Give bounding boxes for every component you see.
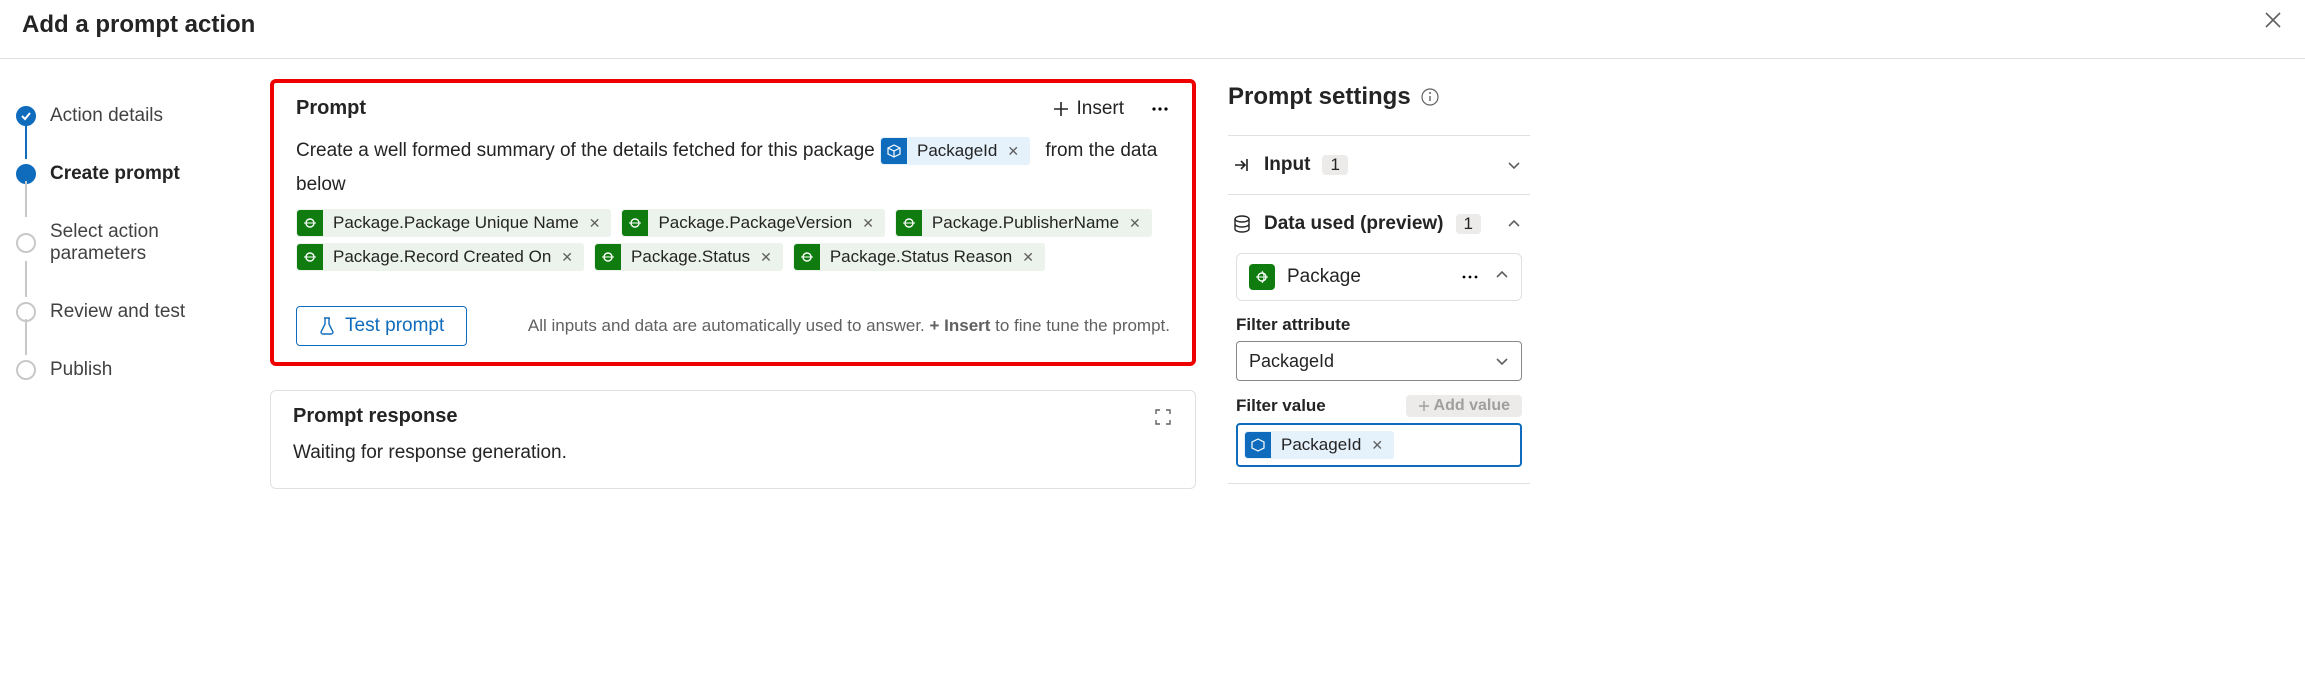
input-icon [1232,155,1252,175]
table-icon [297,210,323,236]
input-count-badge: 1 [1322,155,1347,175]
data-item-label: Package [1287,266,1361,288]
filter-attribute-label: Filter attribute [1236,315,1522,335]
data-token[interactable]: Package.Package Unique Name✕ [296,209,611,237]
step-pending-icon [16,360,36,380]
chevron-up-icon [1506,216,1522,232]
prompt-response-card: Prompt response Waiting for response gen… [270,390,1196,489]
step-pending-icon [16,233,36,253]
prompt-card: Prompt Insert Create a well formed summa… [270,79,1196,366]
token-label: PackageId [907,134,1007,168]
token-remove-icon[interactable]: ✕ [1022,249,1044,266]
input-label: Input [1264,154,1310,176]
plus-icon [1052,100,1070,118]
token-label: Package.Status [621,247,760,267]
token-label: Package.Status Reason [820,247,1022,267]
dialog-header: Add a prompt action [0,0,2305,50]
chevron-up-icon[interactable] [1495,268,1509,286]
step-label: Publish [50,359,112,381]
chevron-down-icon [1495,354,1509,368]
test-prompt-label: Test prompt [345,315,444,337]
table-icon [1249,264,1275,290]
response-card-title: Prompt response [293,405,457,428]
settings-title: Prompt settings [1228,83,1530,111]
data-token[interactable]: Package.PackageVersion✕ [621,209,884,237]
data-token[interactable]: Package.Status Reason✕ [793,243,1045,271]
beaker-icon [319,317,335,335]
token-label: PackageId [1271,435,1371,455]
data-used-body: Package Filter attribute PackageId Filte… [1228,253,1530,483]
step-label: Select action parameters [50,221,240,265]
dialog-title: Add a prompt action [22,11,255,39]
token-remove-icon[interactable]: ✕ [1007,134,1029,168]
token-remove-icon[interactable]: ✕ [1129,215,1151,232]
data-token[interactable]: Package.Record Created On✕ [296,243,584,271]
token-label: Package.Record Created On [323,247,561,267]
step-review-test[interactable]: Review and test [16,283,240,341]
expand-icon[interactable] [1153,407,1173,427]
table-icon [794,244,820,270]
token-label: Package.PublisherName [922,213,1129,233]
center-column: Prompt Insert Create a well formed summa… [260,59,1220,513]
table-icon [622,210,648,236]
prompt-tokens-row: Package.Package Unique Name✕Package.Pack… [296,206,1170,274]
filter-attribute-select[interactable]: PackageId [1236,341,1522,381]
step-create-prompt[interactable]: Create prompt [16,145,240,203]
more-icon[interactable] [1150,99,1170,119]
data-token[interactable]: Package.PublisherName✕ [895,209,1152,237]
data-used-accordion[interactable]: Data used (preview) 1 Package [1228,194,1530,484]
filter-value-input[interactable]: PackageId ✕ [1236,423,1522,467]
table-icon [896,210,922,236]
add-value-button[interactable]: Add value [1406,395,1522,417]
token-packageid[interactable]: PackageId ✕ [880,137,1030,165]
token-remove-icon[interactable]: ✕ [760,249,782,266]
input-accordion[interactable]: Input 1 [1228,135,1530,194]
step-publish[interactable]: Publish [16,341,240,399]
insert-label: Insert [1076,98,1124,120]
table-icon [297,244,323,270]
data-used-label: Data used (preview) [1264,213,1444,235]
plus-icon [1418,400,1430,412]
step-label: Review and test [50,301,185,323]
database-icon [1232,214,1252,234]
response-body: Waiting for response generation. [271,428,1195,488]
variable-icon [1245,432,1271,458]
variable-icon [881,138,907,164]
wizard-stepper: Action details Create prompt Select acti… [0,59,260,513]
chevron-down-icon [1506,157,1522,173]
data-used-count-badge: 1 [1456,214,1481,234]
close-icon[interactable] [2263,10,2283,30]
token-remove-icon[interactable]: ✕ [589,215,611,232]
prompt-card-title: Prompt [296,97,366,120]
filter-attribute-value: PackageId [1249,351,1334,372]
token-remove-icon[interactable]: ✕ [561,249,583,266]
filter-value-label: Filter value [1236,396,1326,416]
step-action-details[interactable]: Action details [16,87,240,145]
step-label: Create prompt [50,163,180,185]
prompt-hint: All inputs and data are automatically us… [528,316,1170,336]
info-icon[interactable] [1421,88,1439,106]
step-label: Action details [50,105,163,127]
step-select-parameters[interactable]: Select action parameters [16,203,240,283]
data-token[interactable]: Package.Status✕ [594,243,783,271]
prompt-settings-panel: Prompt settings Input 1 [1220,59,1550,513]
insert-button[interactable]: Insert [1052,98,1124,120]
token-label: Package.PackageVersion [648,213,862,233]
more-icon[interactable] [1461,268,1479,286]
table-icon [595,244,621,270]
filter-value-token[interactable]: PackageId ✕ [1244,431,1394,459]
prompt-editor[interactable]: Create a well formed summary of the deta… [274,130,1192,292]
token-label: Package.Package Unique Name [323,213,589,233]
prompt-text-before: Create a well formed summary of the deta… [296,140,875,161]
data-item-package[interactable]: Package [1236,253,1522,301]
test-prompt-button[interactable]: Test prompt [296,306,467,346]
token-remove-icon[interactable]: ✕ [862,215,884,232]
token-remove-icon[interactable]: ✕ [1371,437,1393,454]
